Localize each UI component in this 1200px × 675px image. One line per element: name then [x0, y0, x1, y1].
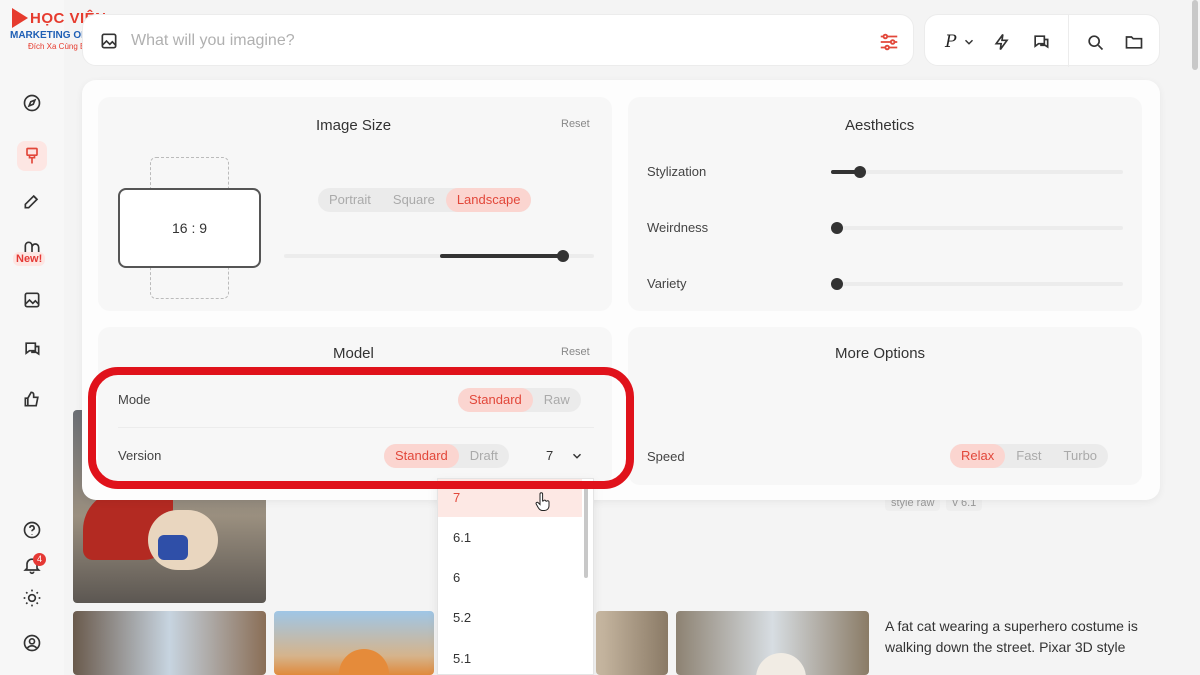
speed-toggle: Relax Fast Turbo: [950, 444, 1109, 468]
logo-play-icon: [12, 8, 28, 28]
variety-slider-knob[interactable]: [831, 278, 843, 290]
model-reset-button[interactable]: Reset: [561, 346, 590, 358]
lightning-icon[interactable]: [992, 31, 1012, 53]
gallery-thumbnail[interactable]: [274, 611, 434, 675]
stylization-label: Stylization: [647, 164, 707, 179]
orientation-portrait[interactable]: Portrait: [318, 188, 382, 212]
help-icon[interactable]: [21, 519, 43, 541]
thumbnail-cat-shape: [339, 649, 389, 675]
stylization-slider-track[interactable]: [831, 170, 1123, 174]
annotation-highlight: [88, 367, 634, 489]
add-image-icon[interactable]: [99, 31, 119, 51]
weirdness-slider-track[interactable]: [831, 226, 1123, 230]
stylization-slider-knob[interactable]: [854, 166, 866, 178]
edit-icon[interactable]: [21, 190, 43, 212]
chat-icon[interactable]: [21, 338, 43, 360]
prompt-bar: [82, 14, 914, 66]
prompt-input[interactable]: [131, 29, 831, 53]
aspect-ratio-slider-knob[interactable]: [557, 250, 569, 262]
image-caption: A fat cat wearing a superhero costume is…: [885, 618, 1138, 655]
variety-label: Variety: [647, 276, 687, 291]
sidebar: New! 4: [0, 0, 64, 675]
version-option-5-2[interactable]: 5.2: [438, 599, 582, 637]
search-icon[interactable]: [1085, 31, 1105, 53]
explore-icon[interactable]: [21, 92, 43, 114]
gallery-thumbnail[interactable]: [676, 611, 869, 675]
version-option-5-1[interactable]: 5.1: [438, 640, 582, 675]
aspect-ratio-label: 16 : 9: [171, 220, 208, 236]
aspect-ratio-slider-fill: [440, 254, 564, 258]
speed-turbo[interactable]: Turbo: [1053, 444, 1108, 468]
tools-divider: [1068, 15, 1069, 67]
more-options-title: More Options: [835, 345, 926, 362]
weirdness-label: Weirdness: [647, 220, 709, 235]
orientation-square[interactable]: Square: [382, 188, 446, 212]
gallery-thumbnail[interactable]: [596, 611, 668, 675]
speed-fast[interactable]: Fast: [1005, 444, 1052, 468]
tools-bar: P: [924, 14, 1160, 67]
model-title: Model: [333, 345, 374, 362]
orientation-toggle: Portrait Square Landscape: [318, 188, 532, 212]
hand-cursor-icon: [535, 492, 550, 511]
personalize-toggle[interactable]: P: [945, 31, 976, 53]
weirdness-slider-knob[interactable]: [831, 222, 843, 234]
folder-icon[interactable]: [1124, 31, 1144, 53]
create-brush-icon[interactable]: [17, 141, 47, 171]
page-scrollbar[interactable]: [1192, 0, 1198, 70]
version-option-6[interactable]: 6: [438, 559, 582, 597]
orientation-landscape[interactable]: Landscape: [445, 188, 532, 212]
aesthetics-title: Aesthetics: [845, 117, 915, 134]
personalize-label: P: [945, 32, 957, 52]
notification-count-badge: 4: [33, 553, 46, 566]
thumbnail-cat-shape: [756, 653, 806, 675]
chat-mode-icon[interactable]: [1031, 31, 1051, 53]
new-badge: New!: [13, 252, 46, 266]
thumbnail-costume-shape: [158, 535, 188, 560]
chevron-down-icon: [965, 39, 974, 45]
version-dropdown: 7 6.1 6 5.2 5.1: [437, 478, 594, 675]
image-size-title: Image Size: [316, 117, 392, 134]
speed-label: Speed: [647, 449, 685, 464]
variety-slider-track[interactable]: [831, 282, 1123, 286]
like-icon[interactable]: [21, 388, 43, 410]
account-icon[interactable]: [21, 632, 43, 654]
gallery-thumbnail[interactable]: [73, 611, 266, 675]
gallery-icon[interactable]: [21, 289, 43, 311]
version-option-6-1[interactable]: 6.1: [438, 519, 582, 557]
image-size-reset-button[interactable]: Reset: [561, 118, 590, 130]
theme-sun-icon[interactable]: [21, 587, 43, 609]
dropdown-scrollbar[interactable]: [584, 486, 588, 578]
speed-relax[interactable]: Relax: [950, 444, 1006, 468]
settings-sliders-icon[interactable]: [878, 31, 900, 53]
